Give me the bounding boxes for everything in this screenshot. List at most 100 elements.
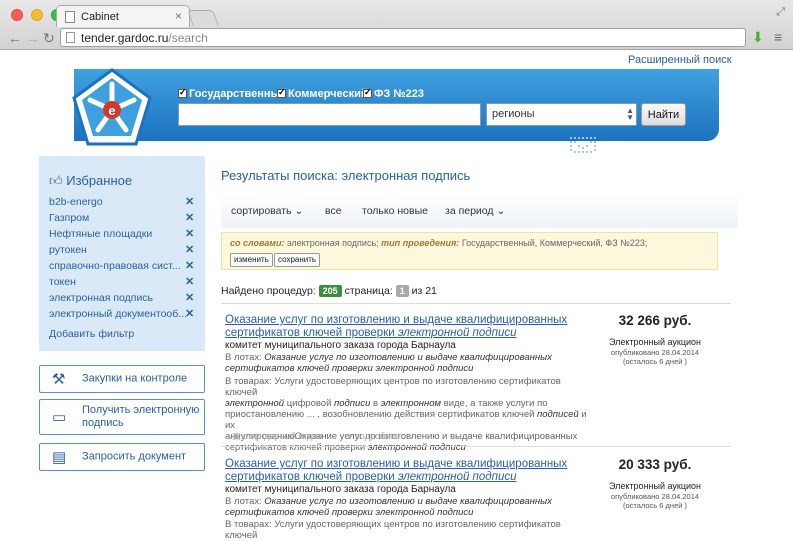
result-organization: комитет муниципального заказа города Бар… [225,340,456,351]
favorite-item[interactable]: электронный документооб... [49,308,189,320]
button-label-line: подпись [82,417,124,429]
tenders-on-control-button[interactable]: ⚒ Закупки на контроле [39,365,205,393]
thumbs-up-icon: 👍︎ [49,173,63,188]
lots-text: сертификатов ключей проверки [225,507,376,518]
save-filter-button[interactable]: сохранить [274,253,321,267]
title-highlight: электронной подписи [397,327,517,339]
divider [221,303,731,304]
back-icon[interactable]: ← [8,30,22,46]
result-lots: В лотах: Оказание услуг по изготовлению … [225,496,590,518]
divider [221,446,731,447]
button-label: Закупки на контроле [82,372,188,385]
change-filter-button[interactable]: изменить [230,253,273,267]
found-summary: Найдено процедур: 205 страница: 1 из 21 [221,285,437,297]
result-title-link[interactable]: Оказание услуг по изготовлению и выдаче … [225,314,585,340]
forward-icon[interactable]: → [26,30,40,46]
svg-text:e: e [108,103,115,118]
procedure-type: Электронный аукцион [608,337,702,347]
favorite-item[interactable]: Нефтяные площадки [49,228,189,240]
checkbox-fz223[interactable]: ФЗ №223 [363,87,424,100]
region-select[interactable]: регионы ▲ ▼ [486,103,637,126]
result-lots: В лотах: Оказание услуг по изготовлению … [225,352,590,374]
count-badge: 205 [318,285,342,297]
lots-highlight: электронной подписи [375,507,474,518]
filter-new-link[interactable]: только новые [362,205,428,217]
favorite-item[interactable]: электронная подпись [49,292,189,304]
goods-text: сертификатов ключей проверки [225,442,368,453]
lots-label: В лотах: [225,496,262,507]
published-date: опубликовано 28.04.2014 [610,492,700,501]
browser-tab[interactable]: Cabinet × [56,5,190,27]
to-tender-dept-link[interactable]: ▣ в тендерный отдел [232,431,322,442]
add-filter-link[interactable]: Добавить фильтр [49,328,189,340]
lots-label: В лотах: [225,352,262,363]
procedure-type: Электронный аукцион [608,481,702,491]
menu-icon[interactable]: ≡ [774,29,782,45]
result-organization: комитет муниципального заказа города Бар… [225,484,456,495]
favorite-item[interactable]: токен [49,276,189,288]
button-label: Получить электронную подпись [82,404,199,430]
search-input[interactable] [178,103,481,126]
found-label: Найдено процедур: [221,285,316,297]
reload-icon[interactable]: ↻ [43,30,55,47]
url-host: tender.gardoc.ru [81,31,169,45]
remove-favorite-icon[interactable]: ✕ [185,195,194,208]
filter-type-label: тип проведения: [381,238,460,248]
goods-highlight: электронной [225,398,285,409]
period-dropdown[interactable]: за период ⌄ [445,205,505,217]
result-goods: В товарах: Услуги удостоверяющих центров… [225,519,590,541]
favorite-item[interactable]: b2b-energo [49,196,189,208]
request-document-button[interactable]: ▤ Запросить документ [39,443,205,471]
remove-favorite-icon[interactable]: ✕ [185,291,194,304]
current-page-badge[interactable]: 1 [395,285,409,297]
result-price: 20 333 руб. [618,457,692,472]
sort-dropdown[interactable]: сортировать ⌄ [231,205,303,217]
result-title-link[interactable]: Оказание услуг по изготовлению и выдаче … [225,458,585,484]
envelope-decoration-icon [570,137,596,153]
days-left: (осталось 6 дней ) [622,357,688,366]
goods-highlight: подписи [334,398,371,409]
remove-favorite-icon[interactable]: ✕ [185,259,194,272]
more-details-link[interactable]: ➜ подробнее [345,431,400,442]
title-line: Оказание услуг по изготовлению и выдаче … [225,314,568,326]
favorite-item[interactable]: Газпром [49,212,189,224]
chevron-down-icon: ⌄ [294,205,304,217]
address-bar[interactable]: tender.gardoc.ru/search [60,28,746,47]
remove-favorite-icon[interactable]: ✕ [185,275,194,288]
checkbox-label: Государственный [189,88,287,100]
minimize-window-button[interactable] [31,9,43,21]
checkbox-state[interactable]: Государственный [178,87,287,100]
chevron-down-icon: ⌄ [496,205,506,217]
close-tab-icon[interactable]: × [175,9,182,23]
checkbox-icon [178,87,187,98]
download-icon[interactable]: ⬇ [752,29,764,46]
new-tab-button[interactable] [187,10,219,26]
region-value: регионы [492,108,535,120]
goods-highlight: электронной подписи [367,442,466,453]
favorite-item[interactable]: справочно-правовая сист... [49,260,189,272]
checkbox-label: Коммерческий [288,88,368,100]
goods-text: в [370,398,381,409]
favorites-title-text: Избранное [66,173,133,188]
link-label: подробнее [355,431,401,441]
tab-title: Cabinet [81,11,119,23]
remove-favorite-icon[interactable]: ✕ [185,243,194,256]
filter-type-value: Государственный, Коммерческий, ФЗ №223; [461,238,648,248]
find-button[interactable]: Найти [641,103,686,126]
period-label: за период [445,205,494,217]
remove-favorite-icon[interactable]: ✕ [185,227,194,240]
title-line: Оказание услуг по изготовлению и выдаче … [225,458,568,470]
favorite-item[interactable]: рутокен [49,244,189,256]
close-window-button[interactable] [11,9,23,21]
goods-text: приостановлению ... , возобновлению дейс… [225,409,538,420]
remove-favorite-icon[interactable]: ✕ [185,307,194,320]
title-line: сертификатов ключей проверки [225,327,398,339]
fullscreen-icon[interactable]: ⤢ [776,6,785,19]
remove-favorite-icon[interactable]: ✕ [185,211,194,224]
get-e-signature-button[interactable]: ▭ Получить электронную подпись [39,399,205,435]
checkbox-commercial[interactable]: Коммерческий [277,87,368,100]
filter-all-link[interactable]: все [325,205,342,217]
advanced-search-link[interactable]: Расширенный поиск [628,54,732,66]
link-label: в тендерный отдел [243,431,323,441]
page-title: Результаты поиска: электронная подпись [221,168,471,183]
